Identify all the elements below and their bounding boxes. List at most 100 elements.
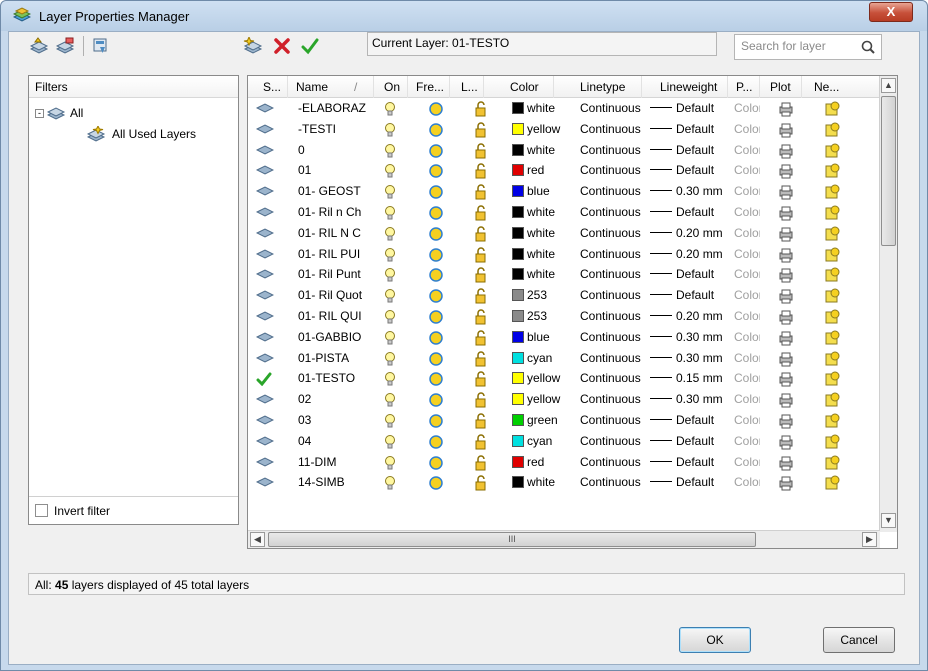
printer-icon[interactable] bbox=[778, 288, 794, 307]
color-cell[interactable]: white bbox=[512, 226, 572, 240]
lineweight-cell[interactable]: Default bbox=[650, 163, 736, 177]
new-layer-icon[interactable] bbox=[243, 35, 265, 57]
vertical-scroll-thumb[interactable] bbox=[881, 96, 896, 246]
lock-icon[interactable] bbox=[473, 142, 489, 162]
lock-icon[interactable] bbox=[473, 434, 489, 453]
freeze-sun-icon[interactable] bbox=[428, 288, 444, 307]
lock-icon[interactable] bbox=[473, 184, 489, 203]
lineweight-cell[interactable]: Default bbox=[650, 475, 736, 489]
freeze-sun-icon[interactable] bbox=[428, 455, 444, 474]
table-row[interactable]: 01- RIL PUI white Continuous 0.20 mm Color bbox=[248, 244, 880, 265]
color-cell[interactable]: cyan bbox=[512, 434, 572, 448]
linetype-cell[interactable]: Continuous bbox=[580, 247, 650, 261]
lock-icon[interactable] bbox=[473, 350, 489, 370]
lineweight-cell[interactable]: 0.30 mm bbox=[650, 184, 736, 198]
freeze-sun-icon[interactable] bbox=[428, 392, 444, 411]
on-bulb-icon[interactable] bbox=[384, 184, 396, 203]
on-bulb-icon[interactable] bbox=[384, 392, 396, 411]
linetype-cell[interactable]: Continuous bbox=[580, 371, 650, 385]
printer-icon[interactable] bbox=[778, 226, 794, 245]
lineweight-cell[interactable]: 0.30 mm bbox=[650, 392, 736, 406]
color-cell[interactable]: 253 bbox=[512, 288, 572, 302]
new-vp-freeze-icon[interactable] bbox=[824, 143, 840, 162]
color-cell[interactable]: yellow bbox=[512, 122, 572, 136]
table-row[interactable]: 01-PISTA cyan Continuous 0.30 mm Color bbox=[248, 348, 880, 369]
color-cell[interactable]: red bbox=[512, 163, 572, 177]
on-bulb-icon[interactable] bbox=[384, 330, 396, 349]
color-cell[interactable]: blue bbox=[512, 184, 572, 198]
linetype-cell[interactable]: Continuous bbox=[580, 288, 650, 302]
layer-name-cell[interactable]: 02 bbox=[298, 392, 370, 406]
col-header-lineweight[interactable]: Lineweight bbox=[642, 76, 728, 98]
layer-name-cell[interactable]: 01-TESTO bbox=[298, 371, 370, 385]
freeze-sun-icon[interactable] bbox=[428, 475, 444, 494]
col-header-plot[interactable]: Plot bbox=[760, 76, 802, 98]
lock-icon[interactable] bbox=[473, 101, 489, 120]
layer-name-cell[interactable]: 03 bbox=[298, 413, 370, 427]
new-vp-freeze-icon[interactable] bbox=[824, 371, 840, 390]
new-vp-freeze-icon[interactable] bbox=[824, 184, 840, 203]
printer-icon[interactable] bbox=[778, 351, 794, 370]
lock-icon[interactable] bbox=[473, 163, 489, 182]
new-vp-freeze-icon[interactable] bbox=[824, 226, 840, 245]
new-vp-freeze-icon[interactable] bbox=[824, 455, 840, 474]
horizontal-scrollbar[interactable]: ◀ III ▶ bbox=[248, 530, 880, 548]
new-group-filter-icon[interactable] bbox=[55, 35, 77, 57]
linetype-cell[interactable]: Continuous bbox=[580, 351, 650, 365]
table-row[interactable]: 04 cyan Continuous Default Color bbox=[248, 431, 880, 452]
lock-icon[interactable] bbox=[473, 392, 489, 411]
lineweight-cell[interactable]: Default bbox=[650, 101, 736, 115]
color-cell[interactable]: blue bbox=[512, 330, 572, 344]
scroll-up-arrow[interactable]: ▲ bbox=[881, 78, 896, 93]
color-cell[interactable]: 253 bbox=[512, 309, 572, 323]
ok-button[interactable]: OK bbox=[679, 627, 751, 653]
lock-icon[interactable] bbox=[473, 226, 489, 245]
lock-icon[interactable] bbox=[473, 267, 489, 286]
lock-icon[interactable] bbox=[473, 122, 489, 141]
layer-name-cell[interactable]: 01- Ril Punt bbox=[298, 267, 370, 281]
lineweight-cell[interactable]: 0.20 mm bbox=[650, 226, 736, 240]
on-bulb-icon[interactable] bbox=[384, 163, 396, 182]
table-row[interactable]: 01-TESTO yellow Continuous 0.15 mm Color bbox=[248, 368, 880, 389]
collapse-toggle-icon[interactable]: - bbox=[35, 108, 44, 118]
scroll-left-arrow[interactable]: ◀ bbox=[250, 532, 265, 547]
new-vp-freeze-icon[interactable] bbox=[824, 288, 840, 307]
tree-node-all-used-layers[interactable]: All Used Layers bbox=[87, 126, 196, 142]
new-vp-freeze-icon[interactable] bbox=[824, 309, 840, 328]
on-bulb-icon[interactable] bbox=[384, 371, 396, 390]
freeze-sun-icon[interactable] bbox=[428, 351, 444, 370]
color-cell[interactable]: white bbox=[512, 475, 572, 489]
scroll-down-arrow[interactable]: ▼ bbox=[881, 513, 896, 528]
lineweight-cell[interactable]: Default bbox=[650, 143, 736, 157]
on-bulb-icon[interactable] bbox=[384, 143, 396, 162]
lineweight-cell[interactable]: Default bbox=[650, 413, 736, 427]
table-row[interactable]: 01- GEOST blue Continuous 0.30 mm Color bbox=[248, 181, 880, 202]
on-bulb-icon[interactable] bbox=[384, 413, 396, 432]
linetype-cell[interactable]: Continuous bbox=[580, 434, 650, 448]
layer-name-cell[interactable]: 01- GEOST bbox=[298, 184, 370, 198]
lock-icon[interactable] bbox=[473, 246, 489, 266]
cancel-button[interactable]: Cancel bbox=[823, 627, 895, 653]
layer-name-cell[interactable]: 01- RIL QUI bbox=[298, 309, 370, 323]
horizontal-scroll-thumb[interactable]: III bbox=[268, 532, 756, 547]
linetype-cell[interactable]: Continuous bbox=[580, 163, 650, 177]
on-bulb-icon[interactable] bbox=[384, 475, 396, 494]
printer-icon[interactable] bbox=[778, 413, 794, 432]
color-cell[interactable]: cyan bbox=[512, 351, 572, 365]
table-row[interactable]: 01- RIL N C white Continuous 0.20 mm Color bbox=[248, 223, 880, 244]
freeze-sun-icon[interactable] bbox=[428, 371, 444, 390]
table-row[interactable]: 01- Ril Punt white Continuous Default Color bbox=[248, 264, 880, 285]
freeze-sun-icon[interactable] bbox=[428, 330, 444, 349]
layer-name-cell[interactable]: 01- Ril Quot bbox=[298, 288, 370, 302]
linetype-cell[interactable]: Continuous bbox=[580, 455, 650, 469]
new-vp-freeze-icon[interactable] bbox=[824, 434, 840, 453]
table-row[interactable]: -ELABORAZ white Continuous Default Color bbox=[248, 98, 880, 119]
col-header-on[interactable]: On bbox=[374, 76, 408, 98]
layer-states-manager-icon[interactable] bbox=[90, 35, 112, 57]
freeze-sun-icon[interactable] bbox=[428, 309, 444, 328]
new-vp-freeze-icon[interactable] bbox=[824, 351, 840, 370]
on-bulb-icon[interactable] bbox=[384, 455, 396, 474]
color-cell[interactable]: green bbox=[512, 413, 572, 427]
freeze-sun-icon[interactable] bbox=[428, 143, 444, 162]
on-bulb-icon[interactable] bbox=[384, 101, 396, 120]
